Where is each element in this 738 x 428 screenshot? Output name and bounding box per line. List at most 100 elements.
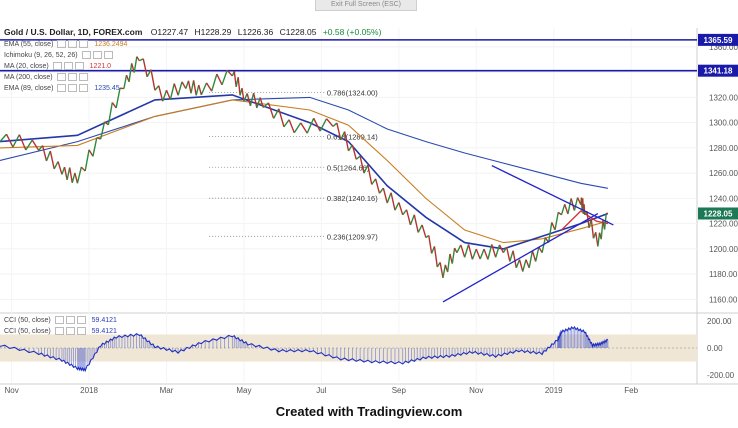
close-icon[interactable] — [103, 51, 113, 59]
price-candle — [554, 212, 559, 231]
price-candle — [359, 155, 365, 174]
legend-ma20[interactable]: MA (20, close) 1221.0 — [4, 62, 111, 70]
visibility-toggle-icon[interactable] — [54, 316, 64, 324]
price-candle — [547, 222, 553, 243]
price-candle — [421, 224, 427, 238]
price-candle — [460, 244, 466, 258]
chart-header: Gold / U.S. Dollar, 1D, FOREX.com O1227.… — [4, 27, 381, 37]
price-candle — [262, 102, 269, 109]
price-candle — [518, 259, 524, 272]
settings-icon[interactable] — [68, 40, 78, 48]
price-candle — [413, 214, 419, 233]
price-candle — [146, 69, 152, 78]
legend-ema55[interactable]: EMA (55, close) 1236.2494 — [4, 40, 127, 48]
legend-ma200[interactable]: MA (200, close) — [4, 73, 88, 81]
price-candle — [231, 71, 235, 77]
price-candle — [136, 56, 140, 62]
legend-label: EMA (55, close) — [4, 40, 54, 48]
price-candle — [256, 97, 261, 109]
visibility-toggle-icon[interactable] — [56, 73, 66, 81]
ema55-line — [0, 94, 609, 250]
time-tick-label: Nov — [4, 386, 18, 395]
price-candle — [237, 77, 241, 96]
open-value: O1227.47 — [150, 27, 189, 37]
price-candle — [241, 88, 245, 102]
price-tick-label: 1180.00 — [709, 270, 738, 279]
price-candle — [390, 192, 396, 211]
price-candle — [590, 219, 595, 239]
time-tick-label: May — [236, 386, 251, 395]
legend-value: 1236.2494 — [94, 40, 128, 48]
exit-fullscreen-button[interactable]: Exit Full Screen (ESC) — [315, 0, 417, 11]
price-candle — [5, 133, 14, 148]
settings-icon[interactable] — [92, 51, 102, 59]
legend-cci-1[interactable]: CCI (50, close) 59.4121 — [4, 316, 117, 324]
visibility-toggle-icon[interactable] — [52, 62, 62, 70]
settings-icon[interactable] — [63, 62, 73, 70]
price-tick-label: 1160.00 — [709, 295, 738, 304]
close-icon[interactable] — [74, 62, 84, 70]
close-icon[interactable] — [76, 316, 86, 324]
price-candle — [598, 232, 602, 240]
visibility-toggle-icon[interactable] — [81, 51, 91, 59]
visibility-toggle-icon[interactable] — [57, 40, 67, 48]
price-pane — [0, 28, 697, 312]
settings-icon[interactable] — [68, 84, 78, 92]
price-candle — [456, 244, 462, 253]
price-tick-label: 1220.00 — [709, 220, 738, 229]
price-candle — [463, 244, 470, 258]
visibility-toggle-icon[interactable] — [57, 84, 67, 92]
price-candle — [430, 246, 436, 254]
price-candle — [57, 161, 63, 175]
price-candle — [363, 164, 369, 174]
settings-icon[interactable] — [65, 327, 75, 335]
legend-cci-2[interactable]: CCI (50, close) 59.4121 — [4, 327, 117, 335]
price-candle — [525, 259, 530, 269]
price-candle — [235, 77, 239, 88]
price-candle — [538, 246, 543, 254]
price-candle — [221, 70, 228, 86]
legend-ichimoku[interactable]: Ichimoku (9, 26, 52, 26) — [4, 51, 113, 59]
price-candle — [306, 117, 315, 134]
price-candle — [104, 121, 109, 126]
price-candle — [409, 214, 415, 226]
price-candle — [528, 250, 534, 268]
settings-icon[interactable] — [65, 316, 75, 324]
price-candle — [602, 220, 606, 230]
legend-label: MA (200, close) — [4, 73, 53, 81]
price-candle — [53, 161, 59, 170]
price-candle — [211, 73, 218, 92]
price-candle — [498, 244, 505, 253]
price-candle — [428, 235, 433, 254]
price-tick-label: 1260.00 — [709, 169, 738, 178]
time-tick-label: Jul — [316, 386, 326, 395]
price-candle — [347, 144, 353, 152]
close-icon[interactable] — [76, 327, 86, 335]
close-icon[interactable] — [79, 84, 89, 92]
price-candle — [61, 166, 66, 175]
ema89-line — [0, 99, 609, 244]
cci-tick-label: 0.00 — [707, 344, 723, 353]
price-candle — [439, 262, 444, 279]
close-icon[interactable] — [79, 40, 89, 48]
price-candle — [187, 80, 192, 94]
price-candle — [573, 197, 579, 211]
close-icon[interactable] — [78, 73, 88, 81]
cci-band — [0, 334, 697, 362]
price-tick-label: 1200.00 — [709, 245, 738, 254]
price-candle — [76, 166, 82, 184]
price-candle — [371, 178, 377, 185]
price-candle — [190, 80, 195, 94]
price-candle — [433, 246, 438, 268]
legend-ema89[interactable]: EMA (89, close) 1235.45 — [4, 84, 120, 92]
price-candle — [107, 102, 113, 125]
settings-icon[interactable] — [67, 73, 77, 81]
price-candle — [479, 248, 485, 260]
price-candle — [128, 63, 133, 82]
price-candle — [69, 167, 73, 183]
visibility-toggle-icon[interactable] — [54, 327, 64, 335]
legend-label: Ichimoku (9, 26, 52, 26) — [4, 51, 78, 59]
price-candle — [402, 209, 408, 216]
price-candle — [233, 71, 237, 87]
price-candle — [343, 131, 350, 151]
